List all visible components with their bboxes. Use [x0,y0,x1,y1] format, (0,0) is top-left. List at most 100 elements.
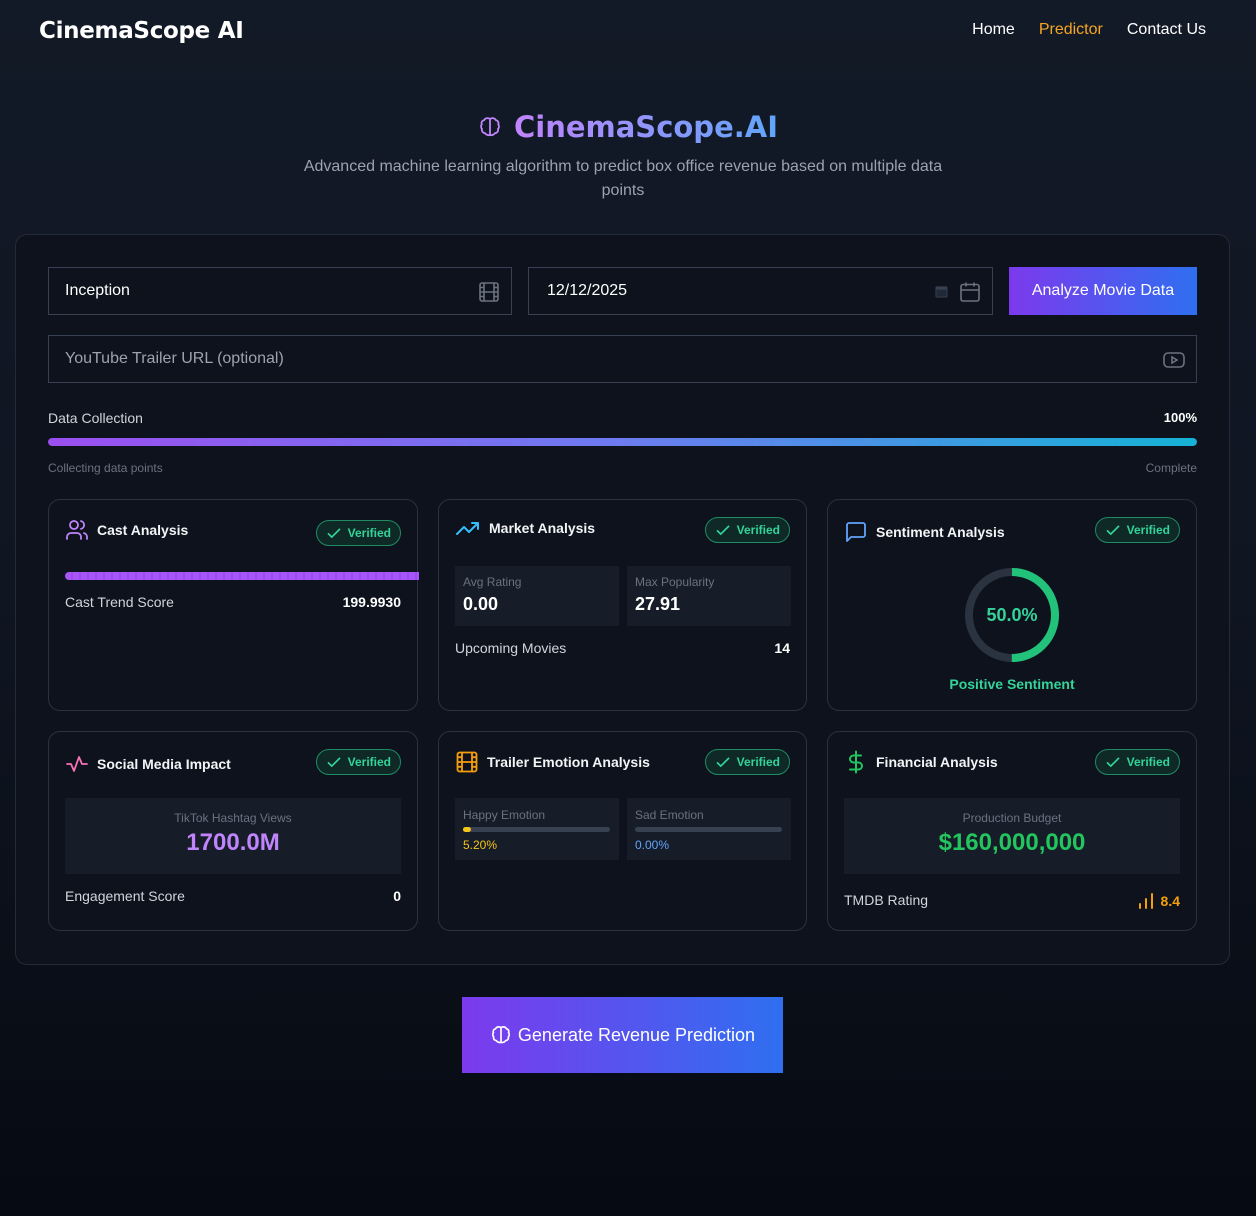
production-budget-label: Production Budget [962,811,1062,825]
nav-link-predictor[interactable]: Predictor [1039,21,1103,39]
analyze-movie-button[interactable]: Analyze Movie Data [1009,267,1197,315]
tiktok-views-value: 1700.0M [186,829,280,856]
financial-analysis-card: Financial Analysis Verified Production B… [827,731,1197,931]
sad-emotion-value: 0.00% [635,838,670,852]
engagement-row: Engagement Score 0 [65,888,401,904]
financial-verified-badge: Verified [1094,749,1180,775]
trending-up-icon [456,522,479,535]
tmdb-rating-row: TMDB Rating 8.4 [844,892,1180,910]
users-icon [66,520,88,540]
brand-logo[interactable]: CinemaScope AI [39,18,244,44]
financial-analysis-title-row: Financial Analysis [844,750,998,774]
sentiment-analysis-card: Sentiment Analysis Verified 50.0% Positi… [827,499,1197,711]
happy-emotion-value: 5.20% [463,838,498,852]
hero-title: CinemaScope.AI [0,110,1256,144]
sentiment-verified-badge: Verified [1094,517,1180,543]
social-verified-text: Verified [347,755,391,769]
nav-link-contact[interactable]: Contact Us [1127,21,1206,39]
trailer-verified-badge: Verified [704,749,790,775]
max-popularity-box: Max Popularity 27.91 [627,566,791,626]
financial-analysis-title: Financial Analysis [876,754,998,770]
cast-analysis-title-row: Cast Analysis [65,518,188,542]
tmdb-rating-label: TMDB Rating [844,892,929,908]
progress-status-right: Complete [1145,461,1197,475]
predictor-panel: Inception 12/12/2025 Analyze Movie Data … [15,234,1230,965]
release-date-input[interactable]: 12/12/2025 [528,267,993,315]
trailer-emotion-title-row: Trailer Emotion Analysis [455,750,650,774]
generate-prediction-button[interactable]: Generate Revenue Prediction [462,997,783,1073]
sad-emotion-track [635,827,782,832]
brain-icon [480,117,500,137]
tmdb-rating-group: 8.4 [1137,892,1180,910]
date-picker-icon[interactable] [935,285,948,298]
cast-analysis-card: Cast Analysis Verified Cast Trend Score … [48,499,419,711]
hero-subtitle: Advanced machine learning algorithm to p… [303,158,943,199]
happy-emotion-track [463,827,610,832]
brain-icon [491,1026,510,1044]
nav-links: Home Predictor Contact Us [972,21,1206,39]
cast-trend-label: Cast Trend Score [65,594,174,610]
sentiment-analysis-title: Sentiment Analysis [876,524,1005,540]
message-square-icon [846,522,866,542]
market-verified-badge: Verified [704,517,790,543]
sentiment-analysis-title-row: Sentiment Analysis [844,520,1005,544]
progress-status-left: Collecting data points [48,461,163,475]
cast-verified-badge: Verified [315,520,401,546]
social-media-title: Social Media Impact [97,756,231,772]
check-icon [327,528,341,539]
trailer-emotion-card: Trailer Emotion Analysis Verified Happy … [438,731,807,931]
tiktok-views-label: TikTok Hashtag Views [174,811,292,825]
progress-bar [48,438,1197,446]
social-media-card: Social Media Impact Verified TikTok Hash… [48,731,418,931]
trailer-verified-text: Verified [736,755,780,769]
production-budget-value: $160,000,000 [938,829,1086,856]
cast-verified-text: Verified [347,526,391,540]
avg-rating-label: Avg Rating [463,575,522,589]
check-icon [327,757,341,768]
trailer-emotion-title: Trailer Emotion Analysis [487,754,650,770]
happy-emotion-box: Happy Emotion 5.20% [455,798,619,860]
release-date-value: 12/12/2025 [547,282,628,299]
cast-trend-row: Cast Trend Score 199.9930 [65,594,401,610]
upcoming-movies-label: Upcoming Movies [455,640,567,656]
check-icon [1106,525,1120,536]
sad-emotion-box: Sad Emotion 0.00% [627,798,791,860]
movie-title-input[interactable]: Inception [48,267,512,315]
nav-link-home[interactable]: Home [972,21,1015,39]
engagement-label: Engagement Score [65,888,185,904]
cast-analysis-title: Cast Analysis [97,522,189,538]
market-analysis-title: Market Analysis [489,520,596,536]
activity-icon [66,756,88,772]
check-icon [716,757,730,768]
progress-label: Data Collection [48,410,143,426]
sentiment-verified-text: Verified [1126,523,1170,537]
youtube-icon [1163,352,1185,368]
trailer-url-input[interactable]: YouTube Trailer URL (optional) [48,335,1197,383]
cast-trend-bar [65,572,419,580]
max-popularity-value: 27.91 [635,594,681,614]
check-icon [716,525,730,536]
hero-title-text: CinemaScope.AI [513,110,778,144]
progress-percent: 100% [1163,410,1197,425]
happy-emotion-label: Happy Emotion [463,808,546,822]
sentiment-percent: 50.0% [986,605,1038,625]
navbar: CinemaScope AI Home Predictor Contact Us [0,0,1256,64]
avg-rating-box: Avg Rating 0.00 [455,566,619,626]
dollar-sign-icon [849,750,863,774]
progress-bar-fill [48,438,1197,446]
production-budget-box: Production Budget $160,000,000 [844,798,1180,874]
tiktok-views-box: TikTok Hashtag Views 1700.0M [65,798,401,874]
tmdb-rating-value: 8.4 [1160,893,1180,909]
market-verified-text: Verified [736,523,780,537]
bar-chart-icon [1138,893,1153,909]
social-verified-badge: Verified [315,749,401,775]
avg-rating-value: 0.00 [463,594,499,614]
movie-title-value: Inception [65,282,130,299]
cast-trend-value: 199.9930 [342,594,401,610]
generate-prediction-label: Generate Revenue Prediction [517,1024,756,1045]
financial-verified-text: Verified [1126,755,1170,769]
max-popularity-label: Max Popularity [635,575,715,589]
calendar-icon [960,282,980,302]
social-media-title-row: Social Media Impact [65,752,231,776]
check-icon [1106,757,1120,768]
